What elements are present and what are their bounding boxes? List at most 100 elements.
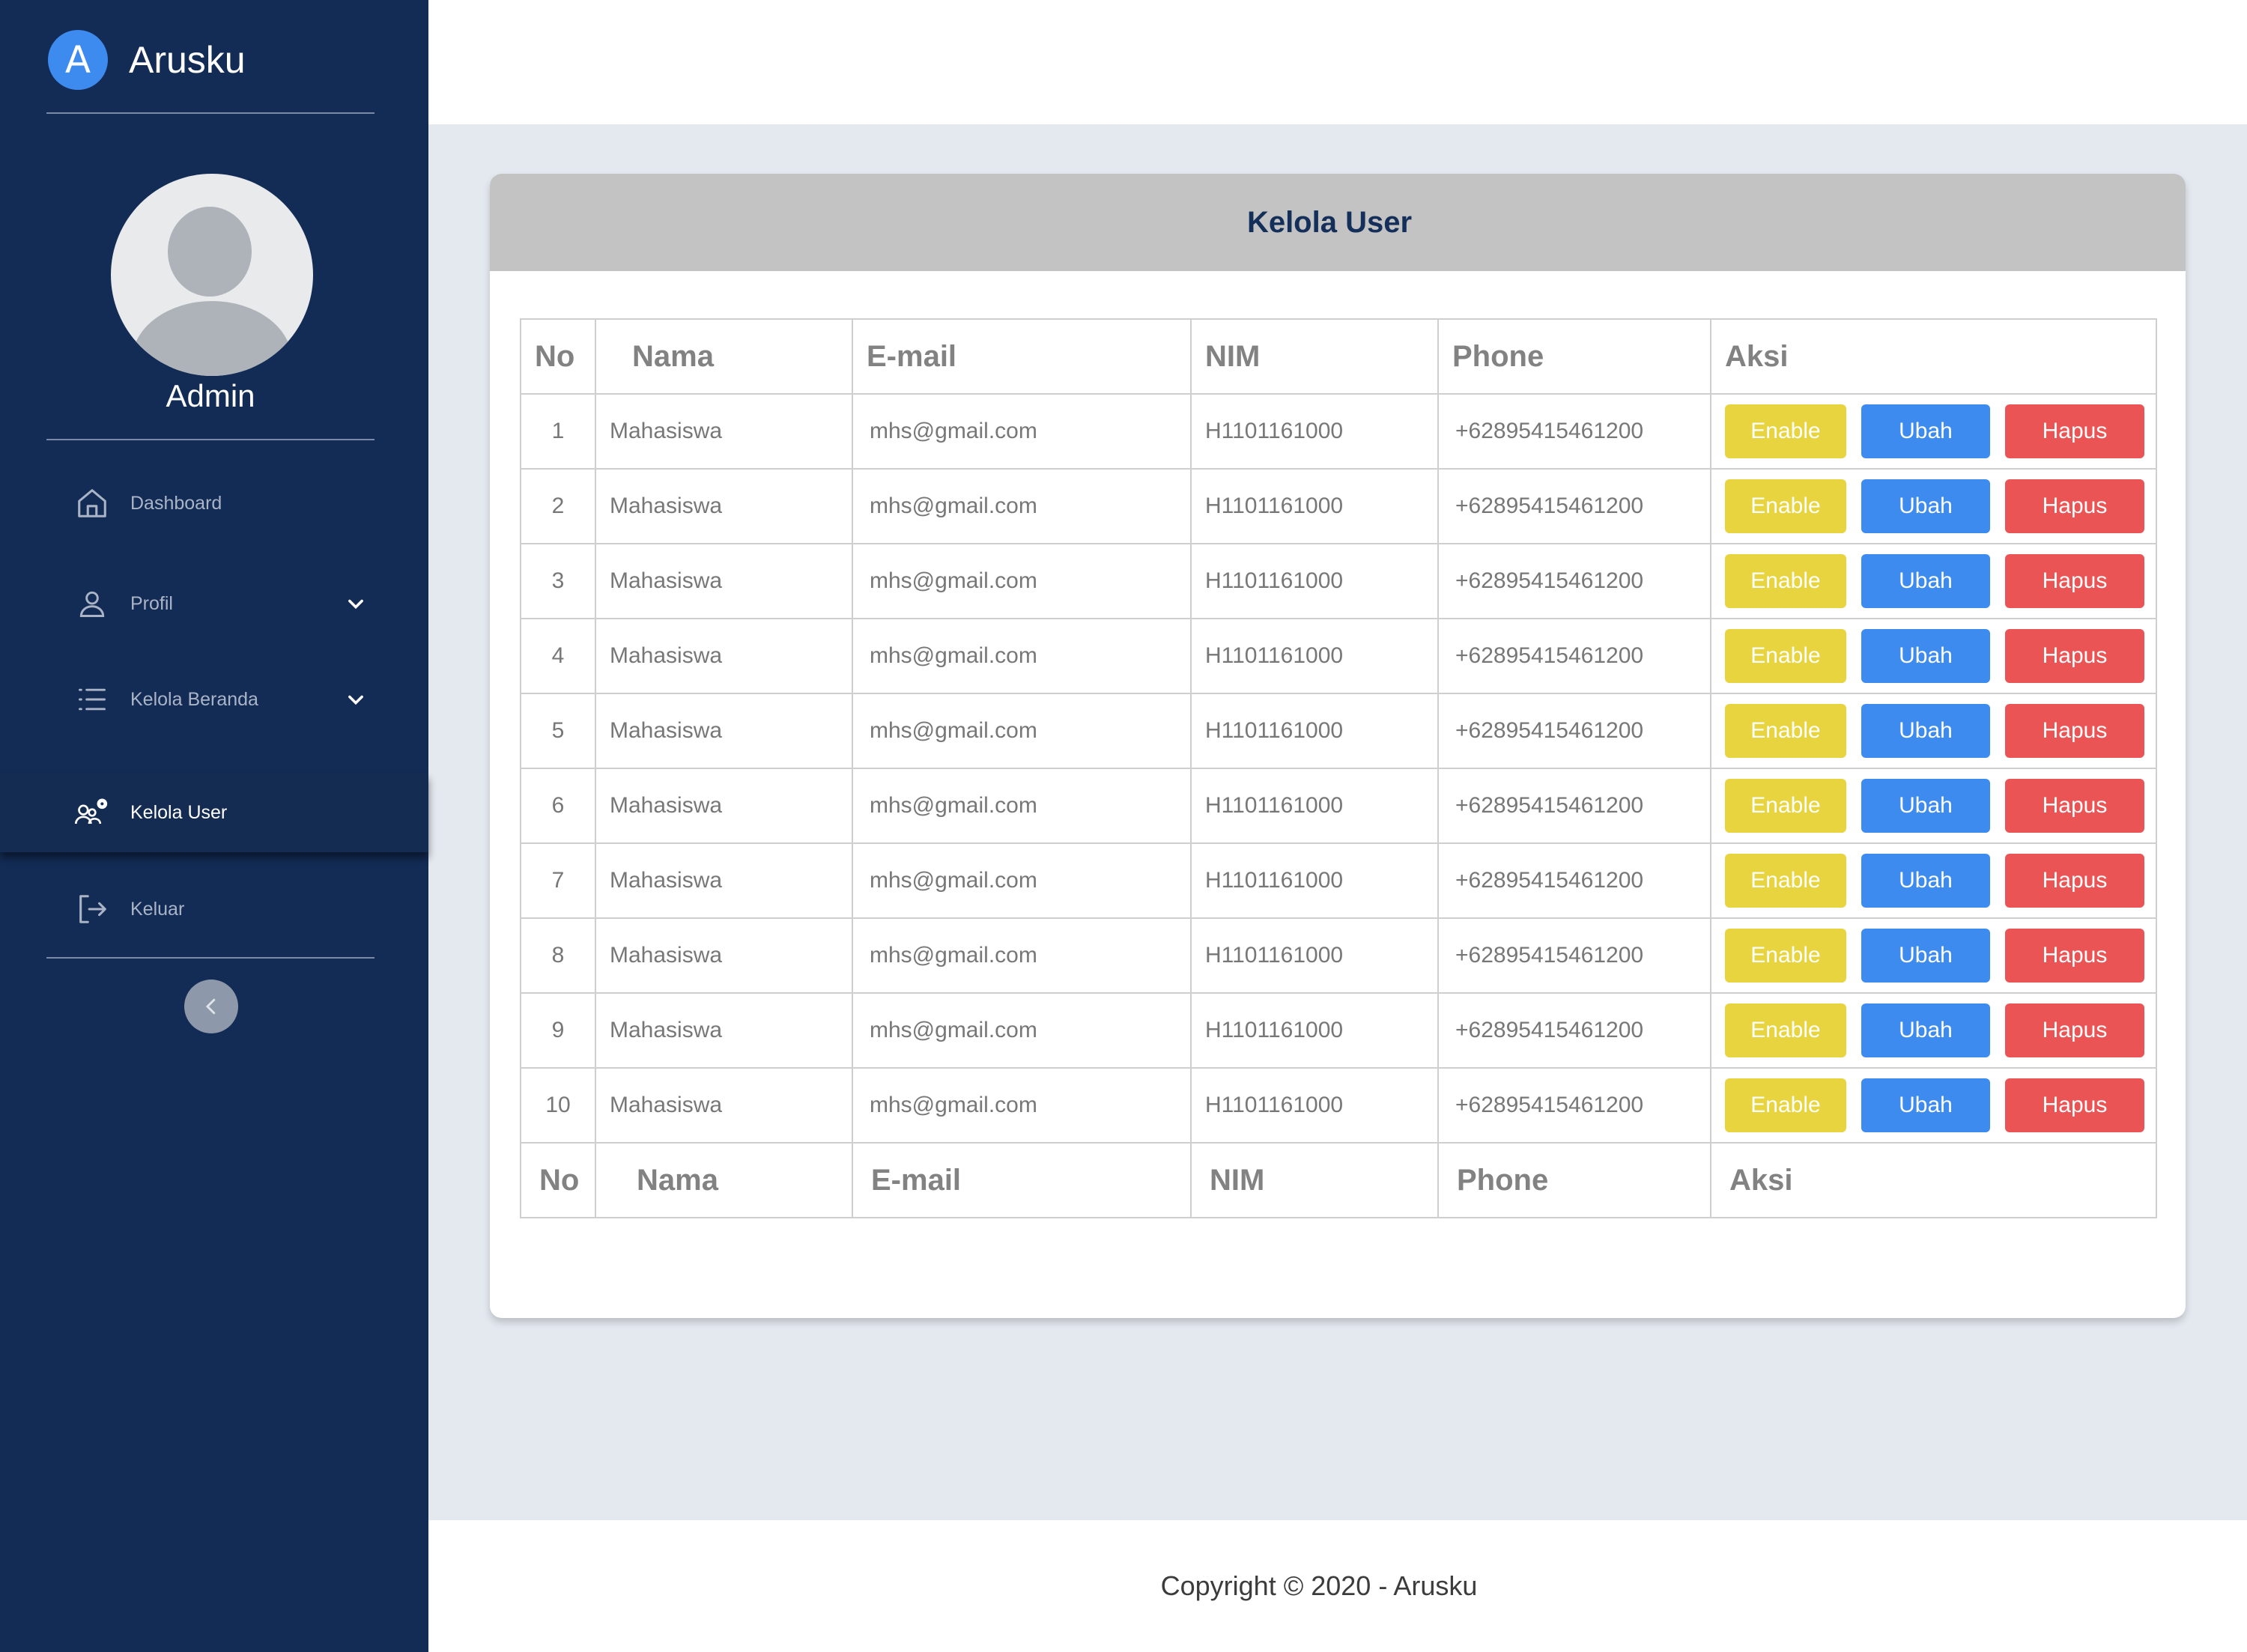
column-footer-no: No [520, 1142, 596, 1218]
users-gear-icon [73, 794, 111, 831]
copyright-text: Copyright © 2020 - Arusku [1160, 1570, 1478, 1601]
cell-nim: H1101161000 [1190, 842, 1439, 919]
cell-aksi: Enable Ubah Hapus [1710, 468, 2157, 544]
cell-aksi: Enable Ubah Hapus [1710, 618, 2157, 694]
brand[interactable]: A Arusku [48, 28, 246, 91]
hapus-button[interactable]: Hapus [2005, 1003, 2144, 1057]
cell-nama: Mahasiswa [595, 842, 853, 919]
cell-email: mhs@gmail.com [852, 693, 1192, 769]
hapus-button[interactable]: Hapus [2005, 854, 2144, 908]
cell-no: 9 [520, 992, 596, 1069]
table-row: 10 Mahasiswa mhs@gmail.com H1101161000 +6289… [520, 1067, 2157, 1144]
ubah-button[interactable]: Ubah [1861, 404, 1990, 458]
cell-nim: H1101161000 [1190, 618, 1439, 694]
cell-phone: +62895415461200 [1437, 1067, 1711, 1144]
enable-button[interactable]: Enable [1725, 929, 1846, 983]
row-actions: Enable Ubah Hapus [1725, 554, 2156, 608]
sidebar-item-keluar[interactable]: Keluar [0, 879, 428, 939]
cell-email: mhs@gmail.com [852, 468, 1192, 544]
hapus-button[interactable]: Hapus [2005, 779, 2144, 833]
sidebar-collapse-button[interactable] [184, 980, 238, 1033]
cell-nim: H1101161000 [1190, 393, 1439, 470]
enable-button[interactable]: Enable [1725, 1078, 1846, 1132]
cell-nama: Mahasiswa [595, 618, 853, 694]
footer: Copyright © 2020 - Arusku [428, 1520, 2247, 1652]
ubah-button[interactable]: Ubah [1861, 1078, 1990, 1132]
list-icon [73, 681, 111, 718]
sidebar-item-label: Keluar [130, 898, 185, 920]
user-icon [73, 585, 111, 622]
divider [46, 439, 374, 440]
table-row: 4 Mahasiswa mhs@gmail.com H1101161000 +62895… [520, 618, 2157, 694]
sidebar-item-label: Dashboard [130, 492, 222, 514]
logout-icon [73, 890, 111, 928]
column-footer-nim: NIM [1190, 1142, 1439, 1218]
hapus-button[interactable]: Hapus [2005, 629, 2144, 683]
enable-button[interactable]: Enable [1725, 629, 1846, 683]
sidebar-item-kelola-beranda[interactable]: Kelola Beranda [0, 669, 428, 729]
ubah-button[interactable]: Ubah [1861, 854, 1990, 908]
cell-phone: +62895415461200 [1437, 917, 1711, 994]
cell-phone: +62895415461200 [1437, 992, 1711, 1069]
ubah-button[interactable]: Ubah [1861, 554, 1990, 608]
cell-nama: Mahasiswa [595, 917, 853, 994]
ubah-button[interactable]: Ubah [1861, 1003, 1990, 1057]
kelola-user-card: Kelola User No Nama E-mail NIM Phone Aks… [490, 174, 2186, 1318]
ubah-button[interactable]: Ubah [1861, 629, 1990, 683]
cell-email: mhs@gmail.com [852, 842, 1192, 919]
cell-aksi: Enable Ubah Hapus [1710, 842, 2157, 919]
cell-email: mhs@gmail.com [852, 393, 1192, 470]
ubah-button[interactable]: Ubah [1861, 779, 1990, 833]
hapus-button[interactable]: Hapus [2005, 479, 2144, 533]
column-header-phone: Phone [1437, 318, 1711, 395]
ubah-button[interactable]: Ubah [1861, 929, 1990, 983]
hapus-button[interactable]: Hapus [2005, 929, 2144, 983]
table-row: 8 Mahasiswa mhs@gmail.com H1101161000 +62895… [520, 917, 2157, 994]
column-header-nama: Nama [595, 318, 853, 395]
enable-button[interactable]: Enable [1725, 779, 1846, 833]
enable-button[interactable]: Enable [1725, 404, 1846, 458]
topbar [428, 0, 2247, 124]
sidebar-item-kelola-user[interactable]: Kelola User [0, 773, 428, 852]
cell-no: 8 [520, 917, 596, 994]
sidebar: A Arusku Admin Dashboard Profil Kelola B… [0, 0, 428, 1652]
enable-button[interactable]: Enable [1725, 1003, 1846, 1057]
enable-button[interactable]: Enable [1725, 704, 1846, 758]
cell-email: mhs@gmail.com [852, 543, 1192, 619]
chevron-down-icon[interactable] [343, 591, 369, 616]
hapus-button[interactable]: Hapus [2005, 554, 2144, 608]
column-footer-aksi: Aksi [1710, 1142, 2157, 1218]
chevron-down-icon[interactable] [343, 687, 369, 712]
ubah-button[interactable]: Ubah [1861, 704, 1990, 758]
hapus-button[interactable]: Hapus [2005, 1078, 2144, 1132]
cell-nim: H1101161000 [1190, 543, 1439, 619]
cell-phone: +62895415461200 [1437, 618, 1711, 694]
table-row: 9 Mahasiswa mhs@gmail.com H1101161000 +62895… [520, 992, 2157, 1069]
sidebar-item-profil[interactable]: Profil [0, 574, 428, 634]
enable-button[interactable]: Enable [1725, 554, 1846, 608]
sidebar-item-label: Kelola User [130, 801, 228, 823]
table-body: 1 Mahasiswa mhs@gmail.com H1101161000 +62895… [520, 393, 2157, 1144]
cell-nim: H1101161000 [1190, 693, 1439, 769]
cell-no: 4 [520, 618, 596, 694]
column-footer-email: E-mail [852, 1142, 1192, 1218]
enable-button[interactable]: Enable [1725, 854, 1846, 908]
column-header-no: No [520, 318, 596, 395]
ubah-button[interactable]: Ubah [1861, 479, 1990, 533]
cell-email: mhs@gmail.com [852, 1067, 1192, 1144]
column-header-nim: NIM [1190, 318, 1439, 395]
cell-nama: Mahasiswa [595, 1067, 853, 1144]
cell-email: mhs@gmail.com [852, 917, 1192, 994]
cell-nama: Mahasiswa [595, 468, 853, 544]
enable-button[interactable]: Enable [1725, 479, 1846, 533]
home-icon [73, 485, 111, 522]
hapus-button[interactable]: Hapus [2005, 704, 2144, 758]
sidebar-item-dashboard[interactable]: Dashboard [0, 473, 428, 533]
cell-no: 7 [520, 842, 596, 919]
cell-no: 10 [520, 1067, 596, 1144]
cell-no: 2 [520, 468, 596, 544]
column-header-aksi: Aksi [1710, 318, 2157, 395]
hapus-button[interactable]: Hapus [2005, 404, 2144, 458]
page-title: Kelola User [1246, 205, 1413, 239]
table-header-row: No Nama E-mail NIM Phone Aksi [520, 318, 2157, 395]
